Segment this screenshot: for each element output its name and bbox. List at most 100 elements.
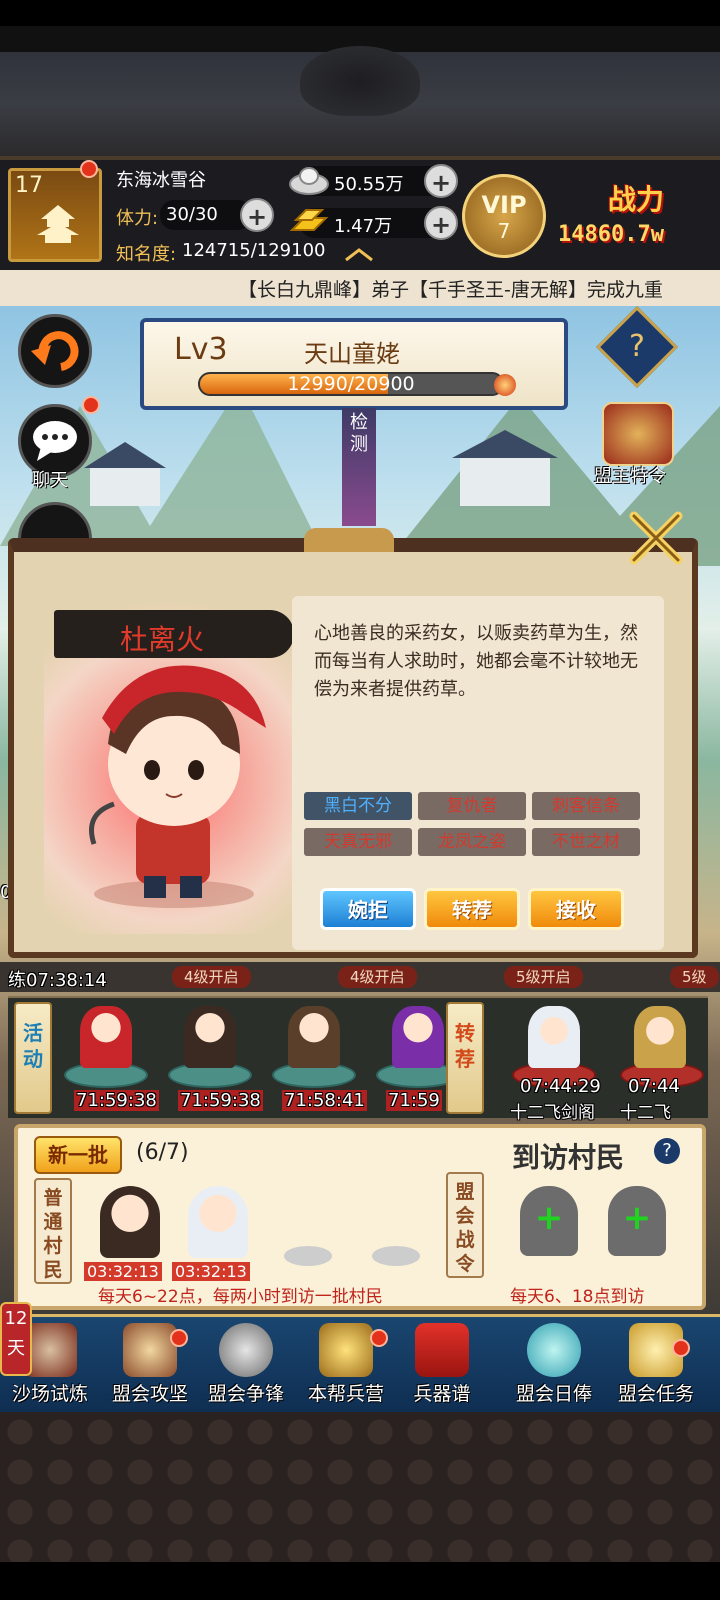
chat-alert-dot — [82, 396, 100, 414]
trait-tag[interactable]: 刺客信条 — [532, 792, 640, 820]
combat-power[interactable]: 战力 14860.7w — [552, 174, 720, 260]
silver-value: 50.55万 — [334, 174, 404, 195]
player-avatar[interactable]: 17 — [8, 168, 102, 262]
hero-timer: 71:58:41 — [282, 1090, 367, 1111]
trait-tag[interactable]: 复仇者 — [418, 792, 526, 820]
common-villager-label: 普通村民 — [34, 1178, 72, 1284]
status-bar — [0, 0, 720, 26]
menu-weapon-list[interactable]: 兵器谱 — [392, 1317, 492, 1413]
alliance-level: Lv3 — [174, 332, 228, 367]
hero-recruit-dialog: 杜离火 心地善良的采药女，以贩卖药草为生，然而每当有人求助时，她都会毫不计较地无… — [8, 528, 698, 958]
help-mark: ? — [629, 329, 645, 364]
silver-ingot-icon — [289, 167, 329, 195]
unlock-label: 5级开启 — [504, 966, 583, 988]
visitor-timer: 07:44:29 — [520, 1076, 601, 1097]
player-info-bar: 17 东海冰雪谷 体力: 30/30 + 知名度: 124715/129100 … — [0, 160, 720, 270]
leader-order-chest-icon[interactable] — [602, 402, 674, 466]
visitor-chibi[interactable] — [528, 1006, 580, 1068]
menu-label: 兵器谱 — [413, 1383, 471, 1405]
alliance-xp-text: 12990/20900 — [287, 373, 415, 395]
war-order-label: 盟会战令 — [446, 1172, 484, 1278]
roof-decoration — [0, 26, 720, 160]
unlock-label: 4级开启 — [172, 966, 251, 988]
accept-button[interactable]: 接收 — [528, 888, 624, 930]
activity-tab[interactable]: 活动 — [14, 1002, 52, 1114]
menu-label: 盟会攻坚 — [111, 1383, 188, 1405]
villager-panel: 新一批 (6/7) 到访村民 ? 普通村民 03:32:13 03:32:13 … — [14, 1124, 706, 1310]
stamina-value: 30/30 — [166, 204, 218, 225]
close-icon[interactable] — [626, 508, 686, 568]
villager-chibi[interactable] — [188, 1186, 248, 1258]
chat-label: 聊天 — [32, 470, 68, 491]
villager-help-icon[interactable]: ? — [654, 1138, 680, 1164]
empty-villager-slot — [372, 1246, 420, 1266]
hero-chibi[interactable] — [288, 1006, 340, 1068]
alliance-level-banner: Lv3 天山童姥 12990/20900 — [140, 318, 568, 410]
menu-label: 盟会争锋 — [207, 1383, 284, 1405]
system-nav-bar — [0, 1562, 720, 1600]
war-schedule-note: 每天6、18点到访 — [510, 1287, 645, 1307]
hero-name: 杜离火 — [120, 623, 205, 656]
visitor-chibi[interactable] — [634, 1006, 686, 1068]
back-arrow-icon — [31, 331, 79, 371]
trait-tag[interactable]: 天真无邪 — [304, 828, 412, 856]
bottom-menu: 沙场试炼 盟会攻坚 盟会争锋 本帮兵营 兵器谱 盟会日俸 盟会任务 — [0, 1314, 720, 1412]
vip-badge[interactable]: VIP 7 — [462, 174, 546, 258]
recommend-button[interactable]: 转荐 — [424, 888, 520, 930]
hero-chibi[interactable] — [184, 1006, 236, 1068]
add-silver-button[interactable]: + — [424, 164, 458, 198]
hero-timer: 71:59 — [386, 1090, 442, 1111]
money-tree-icon — [527, 1323, 581, 1377]
menu-alert-dot — [370, 1329, 388, 1347]
recommend-tab[interactable]: 转荐 — [446, 1002, 484, 1114]
hero-chibi[interactable] — [80, 1006, 132, 1068]
menu-alliance-tasks[interactable]: 盟会任务 — [606, 1317, 706, 1413]
menu-label: 盟会日俸 — [515, 1383, 592, 1405]
back-button[interactable] — [18, 314, 92, 388]
villager-timer: 03:32:13 — [84, 1262, 162, 1281]
war-villager-slot[interactable]: + — [520, 1186, 578, 1256]
helmet-icon — [219, 1323, 273, 1377]
hero-chibi[interactable] — [392, 1006, 444, 1068]
days-remaining-unit: 天 — [7, 1338, 25, 1359]
gold-value: 1.47万 — [334, 216, 393, 237]
add-stamina-button[interactable]: + — [240, 198, 274, 232]
check-banner[interactable]: 检测 — [342, 408, 376, 526]
vip-label: VIP — [481, 191, 527, 219]
villager-count: (6/7) — [136, 1140, 189, 1165]
visitor-timer: 07:44 — [628, 1076, 680, 1097]
news-ticker-text: 【长白九鼎峰】弟子【千手圣王-唐无解】完成九重 — [238, 279, 663, 301]
new-batch-button[interactable]: 新一批 — [34, 1136, 122, 1174]
menu-label: 盟会任务 — [617, 1383, 694, 1405]
weapon-book-icon — [415, 1323, 469, 1377]
villager-chibi[interactable] — [100, 1186, 160, 1258]
trait-tag[interactable]: 不世之材 — [532, 828, 640, 856]
leader-order-label: 盟主特令 — [594, 466, 666, 487]
menu-alliance-contest[interactable]: 盟会争锋 — [196, 1317, 296, 1413]
visitor-name: 十二飞剑阁 — [510, 1103, 595, 1123]
menu-alert-dot — [170, 1329, 188, 1347]
expand-chevron-icon[interactable] — [342, 246, 376, 264]
visitor-name: 十二飞 — [620, 1103, 671, 1123]
add-icon: + — [534, 1198, 564, 1238]
news-ticker: 【长白九鼎峰】弟子【千手圣王-唐无解】完成九重 — [0, 270, 720, 306]
war-villager-slot[interactable]: + — [608, 1186, 666, 1256]
avatar-alert-dot — [80, 160, 98, 178]
trait-tag[interactable]: 龙凤之姿 — [418, 828, 526, 856]
hero-timer: 71:59:38 — [178, 1090, 263, 1111]
hero-description: 心地善良的采药女，以贩卖药草为生，然而每当有人求助时，她都会毫不计较地无偿为来者… — [314, 623, 638, 700]
hero-timer: 71:59:38 — [74, 1090, 159, 1111]
menu-label: 本帮兵营 — [307, 1383, 384, 1405]
days-remaining-number: 12 — [4, 1308, 28, 1329]
reject-button[interactable]: 婉拒 — [320, 888, 416, 930]
menu-alliance-salary[interactable]: 盟会日俸 — [504, 1317, 604, 1413]
fame-value: 124715/129100 — [182, 240, 326, 261]
menu-label: 沙场试炼 — [11, 1383, 88, 1405]
add-gold-button[interactable]: + — [424, 206, 458, 240]
trait-tag[interactable]: 黑白不分 — [304, 792, 412, 820]
villager-schedule-note: 每天6~22点，每两小时到访一批村民 — [98, 1287, 383, 1307]
stamina-label: 体力: — [116, 208, 159, 229]
dialog-top-ornament — [304, 528, 394, 552]
menu-alert-dot — [672, 1339, 690, 1357]
footer-pattern — [0, 1412, 720, 1562]
